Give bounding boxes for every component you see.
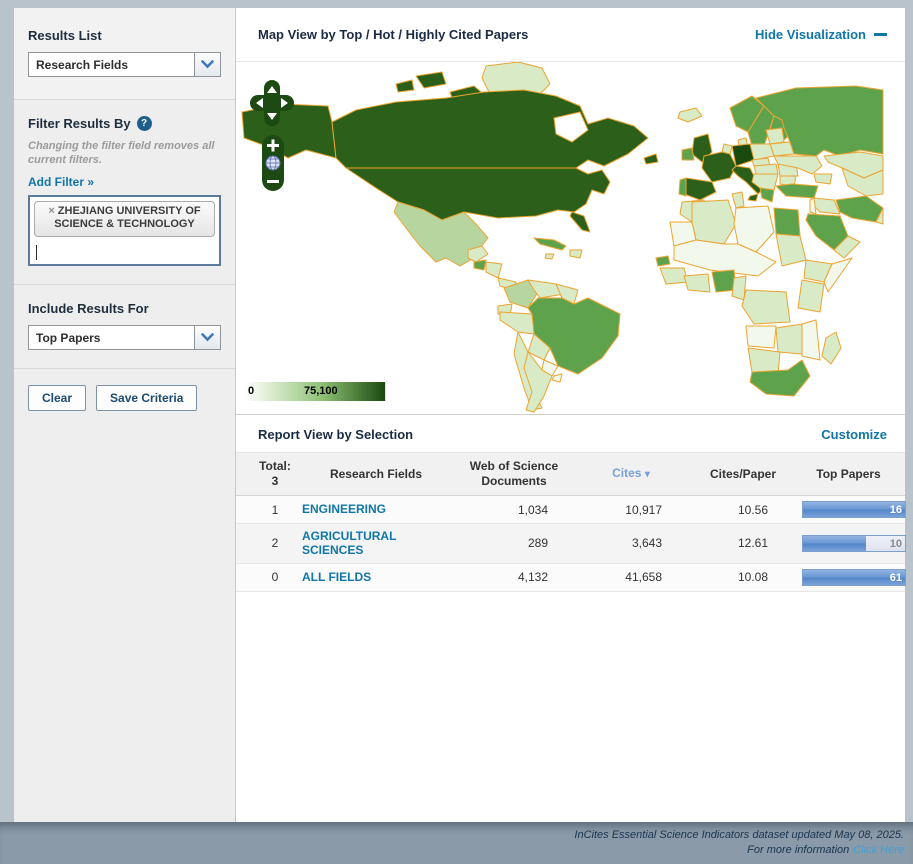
minus-icon bbox=[874, 33, 887, 36]
chevron-down-icon[interactable] bbox=[194, 53, 220, 76]
map-pan-control[interactable] bbox=[250, 80, 294, 126]
results-list-section: Results List Research Fields bbox=[14, 8, 235, 100]
research-field-link[interactable]: AGRICULTURAL SCIENCES bbox=[302, 529, 450, 558]
top-papers-cell: 61 bbox=[802, 569, 908, 586]
include-results-heading: Include Results For bbox=[28, 301, 221, 316]
report-view-title: Report View by Selection bbox=[258, 427, 413, 442]
report-view-header: Report View by Selection Customize bbox=[236, 414, 905, 452]
cites-per-paper-value: 10.08 bbox=[684, 570, 802, 584]
add-filter-link[interactable]: Add Filter » bbox=[28, 175, 94, 189]
footer-more-info-text: For more information bbox=[747, 843, 849, 858]
clear-button[interactable]: Clear bbox=[28, 385, 86, 411]
wos-documents-value: 289 bbox=[450, 536, 578, 550]
results-list-dropdown[interactable]: Research Fields bbox=[28, 52, 221, 77]
table-header-row: Total: 3 Research Fields Web of Science … bbox=[236, 452, 905, 496]
top-papers-bar: 61 bbox=[802, 569, 906, 586]
cites-value: 41,658 bbox=[578, 570, 684, 584]
map-view-title: Map View by Top / Hot / Highly Cited Pap… bbox=[258, 27, 528, 42]
column-header-wos-documents[interactable]: Web of Science Documents bbox=[450, 459, 578, 489]
map-legend: 0 75,100 bbox=[244, 382, 386, 401]
include-results-dropdown[interactable]: Top Papers bbox=[28, 325, 221, 350]
top-papers-cell: 16 bbox=[802, 501, 908, 518]
results-list-heading: Results List bbox=[28, 28, 221, 43]
world-map[interactable] bbox=[236, 62, 905, 414]
top-papers-value: 16 bbox=[890, 504, 902, 516]
wos-documents-value: 1,034 bbox=[450, 503, 578, 517]
top-papers-cell: 10 bbox=[802, 535, 908, 552]
app-window: Results List Research Fields Filter Resu… bbox=[14, 8, 905, 822]
top-papers-bar: 10 bbox=[802, 535, 906, 552]
save-criteria-button[interactable]: Save Criteria bbox=[96, 385, 197, 411]
row-rank: 2 bbox=[248, 536, 302, 550]
top-papers-value: 10 bbox=[890, 538, 902, 550]
results-list-selected-value: Research Fields bbox=[29, 53, 194, 76]
filter-chip-label: ZHEJIANG UNIVERSITY OF SCIENCE & TECHNOL… bbox=[54, 205, 200, 231]
footer-dataset-note: InCites Essential Science Indicators dat… bbox=[574, 828, 904, 843]
table-row: 1 ENGINEERING 1,034 10,917 10.56 16 bbox=[236, 496, 905, 524]
legend-min-value: 0 bbox=[248, 385, 254, 397]
top-papers-bar: 16 bbox=[802, 501, 906, 518]
sort-desc-icon: ▾ bbox=[645, 469, 650, 480]
click-here-link[interactable]: Click Here bbox=[853, 843, 904, 858]
cites-per-paper-value: 10.56 bbox=[684, 503, 802, 517]
help-icon[interactable]: ? bbox=[137, 116, 152, 131]
zoom-out-button bbox=[267, 180, 279, 183]
empty-area bbox=[236, 592, 905, 822]
table-row: 2 AGRICULTURAL SCIENCES 289 3,643 12.61 … bbox=[236, 524, 905, 564]
total-count: Total: 3 bbox=[248, 459, 302, 489]
table-row: 0 ALL FIELDS 4,132 41,658 10.08 61 bbox=[236, 564, 905, 592]
map-view-header: Map View by Top / Hot / Highly Cited Pap… bbox=[236, 8, 905, 62]
remove-icon[interactable]: × bbox=[48, 205, 54, 217]
top-papers-value: 61 bbox=[890, 572, 902, 584]
filter-section: Filter Results By ? Changing the filter … bbox=[14, 100, 235, 285]
column-header-top-papers[interactable]: Top Papers bbox=[802, 467, 895, 482]
cites-value: 3,643 bbox=[578, 536, 684, 550]
hide-visualization-label: Hide Visualization bbox=[755, 27, 866, 42]
map-zoom-control[interactable] bbox=[261, 134, 285, 192]
research-field-link[interactable]: ALL FIELDS bbox=[302, 570, 450, 584]
column-header-research-fields[interactable]: Research Fields bbox=[302, 467, 450, 482]
include-results-selected-value: Top Papers bbox=[29, 326, 194, 349]
hide-visualization-link[interactable]: Hide Visualization bbox=[755, 27, 887, 42]
filter-input-box[interactable]: ×ZHEJIANG UNIVERSITY OF SCIENCE & TECHNO… bbox=[28, 195, 221, 267]
sidebar: Results List Research Fields Filter Resu… bbox=[14, 8, 236, 822]
cites-value: 10,917 bbox=[578, 503, 684, 517]
legend-max-value: 75,100 bbox=[304, 385, 338, 397]
include-results-section: Include Results For Top Papers bbox=[14, 285, 235, 369]
row-rank: 0 bbox=[248, 570, 302, 584]
chevron-down-icon[interactable] bbox=[194, 326, 220, 349]
wos-documents-value: 4,132 bbox=[450, 570, 578, 584]
customize-link[interactable]: Customize bbox=[821, 427, 887, 442]
text-cursor bbox=[36, 245, 37, 260]
column-header-cites-sorted[interactable]: Cites ▾ bbox=[578, 466, 684, 482]
filter-chip[interactable]: ×ZHEJIANG UNIVERSITY OF SCIENCE & TECHNO… bbox=[34, 201, 215, 238]
row-rank: 1 bbox=[248, 503, 302, 517]
cites-per-paper-value: 12.61 bbox=[684, 536, 802, 550]
report-table: Total: 3 Research Fields Web of Science … bbox=[236, 452, 905, 592]
column-header-cites-per-paper[interactable]: Cites/Paper bbox=[684, 467, 802, 482]
map-container: 0 75,100 bbox=[236, 62, 905, 414]
sidebar-buttons: Clear Save Criteria bbox=[14, 369, 235, 427]
footer: InCites Essential Science Indicators dat… bbox=[0, 822, 913, 864]
research-field-link[interactable]: ENGINEERING bbox=[302, 502, 450, 516]
filter-heading: Filter Results By bbox=[28, 116, 131, 131]
globe-icon bbox=[266, 156, 280, 170]
filter-note: Changing the filter field removes all cu… bbox=[28, 139, 221, 168]
main-panel: Map View by Top / Hot / Highly Cited Pap… bbox=[236, 8, 905, 822]
